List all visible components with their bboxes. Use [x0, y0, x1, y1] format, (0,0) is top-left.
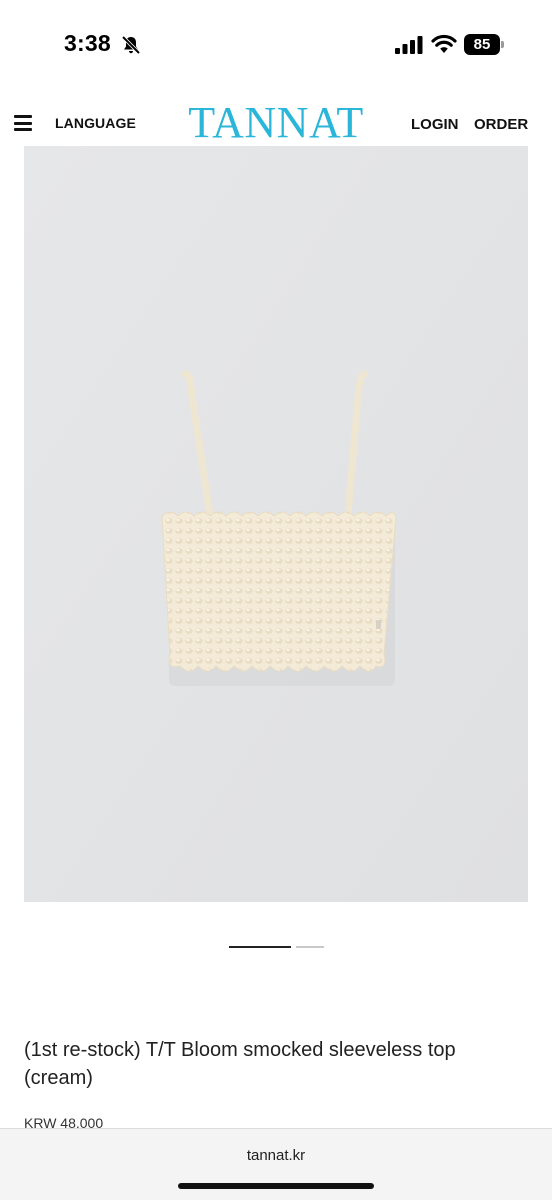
- battery-cap: [501, 41, 504, 48]
- home-indicator[interactable]: [178, 1183, 374, 1189]
- status-time: 3:38: [64, 30, 111, 56]
- order-link[interactable]: ORDER: [474, 116, 528, 133]
- product-title: (1st re-stock) T/T Bloom smocked sleevel…: [24, 1039, 456, 1089]
- smocked-top-illustration: [24, 146, 528, 902]
- battery-icon: 85: [464, 34, 504, 55]
- bell-muted-icon: [121, 35, 141, 55]
- wifi-icon: [431, 34, 457, 53]
- site-header: LANGUAGE TANNAT LOGIN ORDER: [0, 92, 552, 148]
- cellular-signal-icon: [395, 36, 423, 54]
- language-link[interactable]: LANGUAGE: [55, 115, 136, 131]
- battery-level: 85: [464, 34, 500, 55]
- carousel-dot-inactive[interactable]: [296, 946, 324, 948]
- hamburger-menu-icon[interactable]: [14, 115, 32, 131]
- browser-address-bar: tannat.kr: [0, 1128, 552, 1200]
- brand-logo[interactable]: TANNAT: [186, 98, 366, 148]
- product-image[interactable]: [24, 146, 528, 902]
- carousel-dot-active[interactable]: [229, 946, 291, 948]
- image-carousel-indicator: [229, 946, 325, 949]
- login-link[interactable]: LOGIN: [411, 116, 459, 133]
- url-text[interactable]: tannat.kr: [0, 1147, 552, 1164]
- status-bar: 3:38 85: [0, 0, 552, 92]
